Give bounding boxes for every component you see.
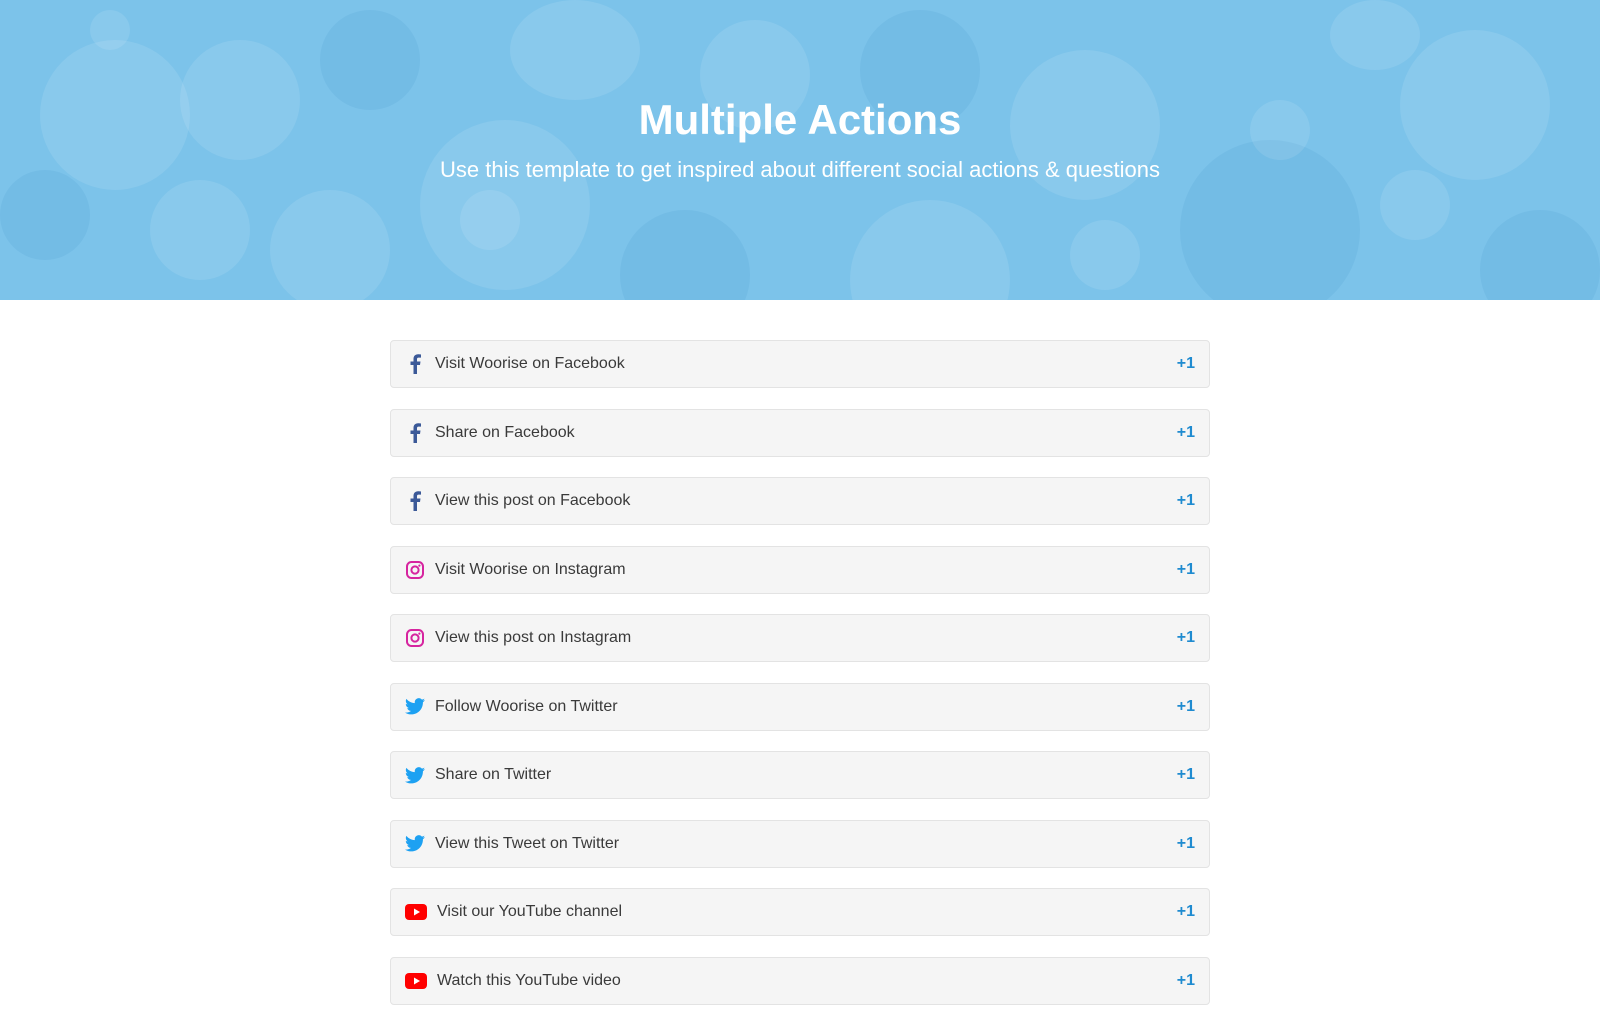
bokeh-background bbox=[0, 0, 1600, 300]
youtube-icon bbox=[405, 902, 427, 922]
action-row[interactable]: Watch this YouTube video +1 bbox=[390, 956, 1210, 1005]
actions-list: Visit Woorise on Facebook +1 Share on Fa… bbox=[390, 340, 1210, 1025]
action-row[interactable]: View this post on Instagram +1 bbox=[390, 614, 1210, 662]
hero-banner: Multiple Actions Use this template to ge… bbox=[0, 0, 1600, 300]
points-badge: +1 bbox=[1176, 903, 1195, 920]
action-row[interactable]: Visit Woorise on Facebook +1 bbox=[390, 340, 1210, 388]
page-subtitle: Use this template to get inspired about … bbox=[440, 157, 1160, 182]
action-row[interactable]: Share on Twitter +1 bbox=[390, 751, 1210, 799]
action-label: Share on Facebook bbox=[435, 423, 575, 441]
points-badge: +1 bbox=[1176, 834, 1195, 852]
page-title: Multiple Actions bbox=[638, 96, 962, 143]
action-label: View this Tweet on Twitter bbox=[435, 834, 620, 852]
facebook-icon bbox=[405, 491, 425, 511]
points-badge: +1 bbox=[1176, 766, 1195, 783]
action-label: Visit our YouTube channel bbox=[437, 903, 623, 920]
points-badge: +1 bbox=[1176, 560, 1195, 578]
action-row[interactable]: View this Tweet on Twitter +1 bbox=[390, 819, 1210, 868]
twitter-icon bbox=[405, 765, 425, 785]
facebook-icon bbox=[405, 354, 425, 374]
instagram-icon bbox=[405, 628, 425, 648]
youtube-icon bbox=[405, 971, 427, 991]
action-row[interactable]: Visit Woorise on Instagram +1 bbox=[390, 545, 1210, 594]
points-badge: +1 bbox=[1176, 492, 1195, 509]
action-label: Watch this YouTube video bbox=[437, 971, 621, 989]
action-row[interactable]: View this post on Facebook +1 bbox=[390, 477, 1210, 525]
action-row[interactable]: Visit our YouTube channel +1 bbox=[390, 888, 1210, 936]
points-badge: +1 bbox=[1176, 697, 1195, 715]
instagram-icon bbox=[405, 560, 425, 580]
twitter-icon bbox=[405, 834, 425, 854]
points-badge: +1 bbox=[1176, 355, 1195, 372]
action-label: Visit Woorise on Instagram bbox=[435, 560, 626, 578]
points-badge: +1 bbox=[1176, 423, 1195, 441]
action-label: Follow Woorise on Twitter bbox=[435, 697, 618, 715]
action-label: View this post on Instagram bbox=[435, 629, 632, 646]
action-row[interactable]: Follow Woorise on Twitter +1 bbox=[390, 682, 1210, 731]
facebook-icon bbox=[405, 422, 425, 443]
points-badge: +1 bbox=[1176, 971, 1195, 989]
points-badge: +1 bbox=[1176, 629, 1195, 646]
action-row[interactable]: Share on Facebook +1 bbox=[390, 408, 1210, 457]
action-label: Share on Twitter bbox=[435, 766, 552, 783]
action-label: View this post on Facebook bbox=[435, 492, 631, 509]
action-label: Visit Woorise on Facebook bbox=[435, 355, 625, 372]
twitter-icon bbox=[405, 697, 425, 717]
